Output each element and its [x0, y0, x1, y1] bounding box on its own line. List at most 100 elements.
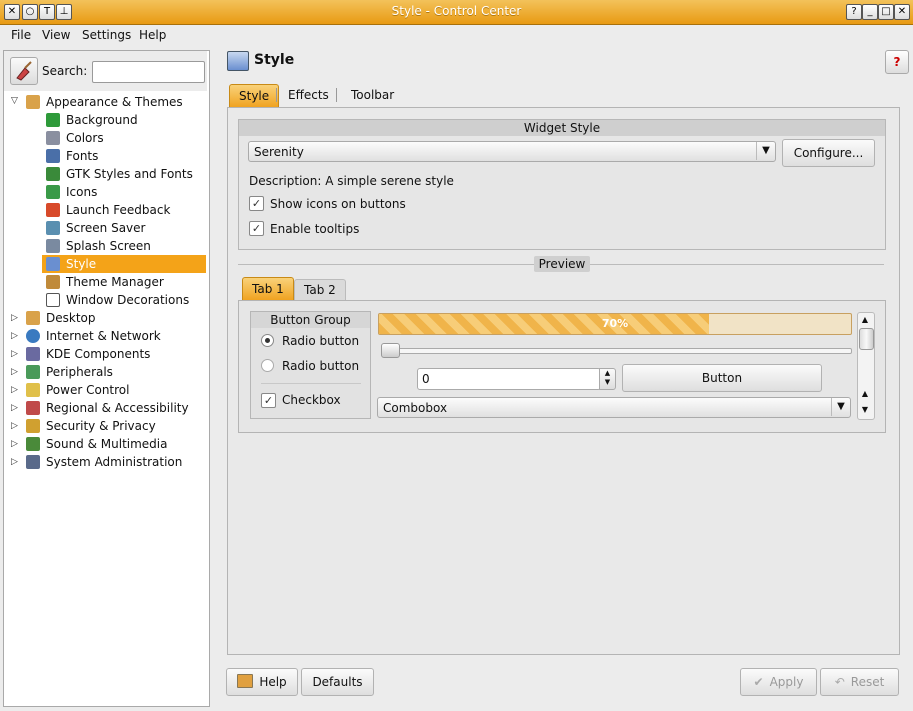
kde-components-icon	[26, 347, 40, 361]
preview-label: Preview	[534, 256, 590, 272]
scrollbar-thumb[interactable]	[859, 328, 874, 350]
tab-divider	[336, 88, 337, 102]
tree-item-peripherals[interactable]: Peripherals	[26, 363, 113, 381]
preview-checkbox[interactable]: ✓	[261, 393, 276, 408]
spinbox[interactable]: 0	[417, 368, 601, 390]
collapse-icon[interactable]: ▽	[11, 97, 20, 106]
tree-item-sound[interactable]: Sound & Multimedia	[26, 435, 167, 453]
search-label: Search:	[42, 64, 88, 78]
search-bar: Search:	[4, 51, 207, 91]
clear-search-button[interactable]	[10, 57, 38, 85]
expand-icon[interactable]: ▷	[11, 458, 20, 467]
tree-item-internet[interactable]: Internet & Network	[26, 327, 161, 345]
menu-settings[interactable]: Settings	[82, 28, 131, 42]
tree-item-appearance[interactable]: Appearance & Themes	[26, 93, 183, 111]
help-icon[interactable]: ?	[846, 4, 862, 20]
tree-item-security[interactable]: Security & Privacy	[26, 417, 156, 435]
preview-tab-1[interactable]: Tab 1	[242, 277, 294, 300]
style-header-icon	[227, 51, 249, 71]
menu-file[interactable]: File	[11, 28, 31, 42]
tree-item-gtk[interactable]: GTK Styles and Fonts	[46, 165, 193, 183]
preview-button[interactable]: Button	[622, 364, 822, 392]
theme-manager-icon	[46, 275, 60, 289]
progress-text: 70%	[601, 317, 629, 330]
globe-icon	[26, 329, 40, 343]
screen-saver-icon	[46, 221, 60, 235]
enable-tooltips-checkbox[interactable]: ✓	[249, 221, 264, 236]
tree-item-colors[interactable]: Colors	[46, 129, 104, 147]
slider-handle[interactable]	[381, 343, 400, 358]
tree-item-launch-feedback[interactable]: Launch Feedback	[46, 201, 170, 219]
expand-icon[interactable]: ▷	[11, 440, 20, 449]
preview-checkbox-label: Checkbox	[282, 393, 341, 407]
tree-item-screen-saver[interactable]: Screen Saver	[46, 219, 145, 237]
expand-icon[interactable]: ▷	[11, 332, 20, 341]
chevron-down-icon: ▼	[756, 142, 775, 160]
expand-icon[interactable]: ▷	[11, 368, 20, 377]
widget-style-combo[interactable]: Serenity ▼	[248, 141, 776, 162]
apply-button[interactable]: ✔ Apply	[740, 668, 817, 696]
power-control-icon	[26, 383, 40, 397]
progress-bar: 70%	[378, 313, 852, 335]
expand-icon[interactable]: ▷	[11, 386, 20, 395]
gtk-icon	[46, 167, 60, 181]
close-icon[interactable]: ✕	[894, 4, 910, 20]
radio-dot	[265, 338, 270, 343]
defaults-button[interactable]: Defaults	[301, 668, 374, 696]
radio-button-1-label: Radio button	[282, 334, 360, 348]
minimize-icon[interactable]: _	[862, 4, 878, 20]
window-titlebar: ✕ ○ T ⊥ Style - Control Center ? _ □ ✕	[0, 0, 913, 25]
tree-item-splash-screen[interactable]: Splash Screen	[46, 237, 151, 255]
tree-item-fonts[interactable]: Fonts	[46, 147, 98, 165]
show-icons-checkbox[interactable]: ✓	[249, 196, 264, 211]
style-icon	[46, 257, 60, 271]
configure-button[interactable]: Configure...	[782, 139, 875, 167]
expand-icon[interactable]: ▷	[11, 314, 20, 323]
window-title: Style - Control Center	[391, 4, 522, 18]
system-admin-icon	[26, 455, 40, 469]
whats-this-help-icon[interactable]: ?	[885, 50, 909, 74]
expand-icon[interactable]: ▷	[11, 350, 20, 359]
radio-button-1[interactable]	[261, 334, 274, 347]
widget-style-title: Widget Style	[239, 120, 885, 136]
help-book-icon	[237, 674, 254, 688]
peripherals-icon	[26, 365, 40, 379]
reset-button[interactable]: ↶ Reset	[820, 668, 899, 696]
maximize-icon[interactable]: □	[878, 4, 894, 20]
desktop-icon	[26, 311, 40, 325]
slider-track[interactable]	[384, 348, 852, 354]
chevron-down-icon: ▼	[831, 398, 850, 416]
help-button[interactable]: Help	[226, 668, 298, 696]
tree-item-background[interactable]: Background	[46, 111, 138, 129]
tree-item-power-control[interactable]: Power Control	[26, 381, 129, 399]
tree-item-desktop[interactable]: Desktop	[26, 309, 96, 327]
background-icon	[46, 113, 60, 127]
tab-style[interactable]: Style	[229, 84, 280, 107]
tab-toolbar[interactable]: Toolbar	[342, 84, 403, 106]
tab-divider	[276, 88, 277, 102]
colors-icon	[46, 131, 60, 145]
scroll-up-icon[interactable]: ▲	[860, 389, 870, 399]
preview-combobox[interactable]: Combobox ▼	[377, 397, 851, 418]
scroll-up-icon[interactable]: ▲	[860, 315, 870, 325]
tree-item-kde-components[interactable]: KDE Components	[26, 345, 150, 363]
menubar: File View Settings Help	[0, 25, 913, 46]
preview-tab-2[interactable]: Tab 2	[294, 279, 346, 300]
menu-help[interactable]: Help	[139, 28, 166, 42]
spinbox-arrows[interactable]: ▲ ▼	[599, 368, 616, 390]
tree-item-system-admin[interactable]: System Administration	[26, 453, 182, 471]
expand-icon[interactable]: ▷	[11, 422, 20, 431]
radio-button-2[interactable]	[261, 359, 274, 372]
tab-effects[interactable]: Effects	[279, 84, 338, 106]
tree-item-style[interactable]: Style	[42, 255, 206, 273]
group-divider	[261, 383, 361, 384]
expand-icon[interactable]: ▷	[11, 404, 20, 413]
enable-tooltips-label: Enable tooltips	[270, 222, 360, 236]
tree-item-theme-manager[interactable]: Theme Manager	[46, 273, 164, 291]
scroll-down-icon[interactable]: ▼	[860, 405, 870, 415]
tree-item-regional[interactable]: Regional & Accessibility	[26, 399, 189, 417]
tree-item-icons[interactable]: Icons	[46, 183, 97, 201]
tree-item-window-decorations[interactable]: Window Decorations	[46, 291, 189, 309]
search-input[interactable]	[92, 61, 205, 83]
menu-view[interactable]: View	[42, 28, 70, 42]
